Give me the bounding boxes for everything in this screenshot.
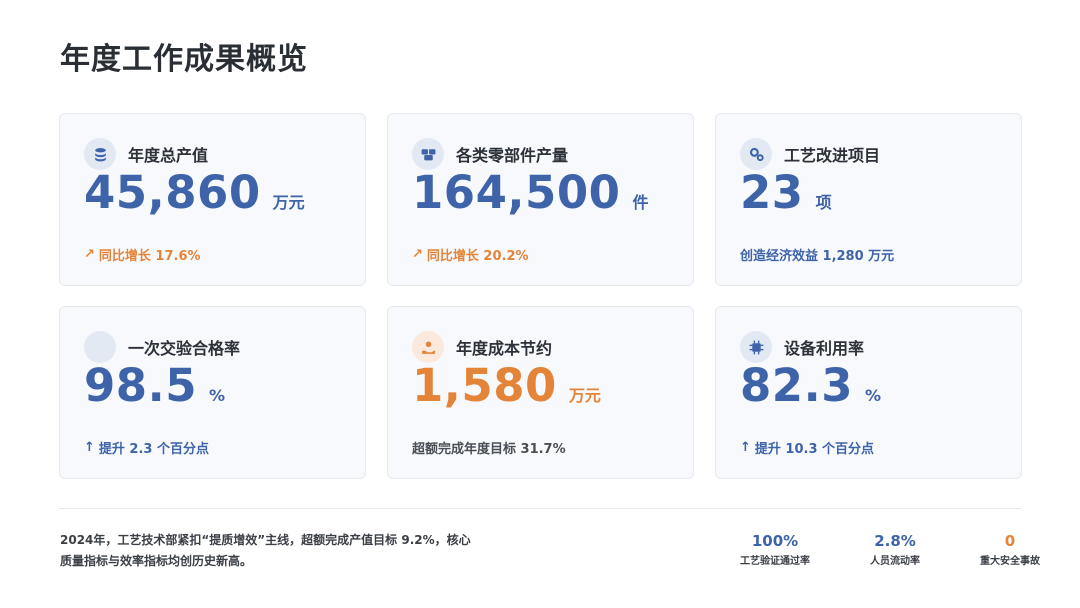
kpi-unit: 件 xyxy=(632,193,649,212)
kpi-footer-text: 创造经济效益 1,280 万元 xyxy=(740,249,895,264)
kpi-footer-text: 提升 2.3 个百分点 xyxy=(98,442,209,457)
kpi-unit: 万元 xyxy=(568,386,601,405)
card-label: 工艺改进项目 xyxy=(784,146,881,165)
kpi-card-annual-output: 年度总产值 45,860 万元 ↗ 同比增长 17.6% xyxy=(59,113,366,286)
kpi-value: 98.5 xyxy=(84,359,198,412)
value-row: 1,580 万元 xyxy=(412,361,601,411)
value-row: 23 项 xyxy=(740,168,832,218)
value-row: 98.5 % xyxy=(84,361,225,411)
stat-validation-pass-rate: 100% 工艺验证通过率 xyxy=(740,532,810,567)
divider xyxy=(59,508,1021,509)
kpi-value: 1,580 xyxy=(412,359,557,412)
stat-value: 0 xyxy=(1004,532,1016,550)
trend-up-icon: ↗ xyxy=(412,247,423,262)
kpi-footer: 创造经济效益 1,280 万元 xyxy=(740,245,894,264)
page-title: 年度工作成果概览 xyxy=(60,42,308,77)
kpi-footer: ↑ 提升 2.3 个百分点 xyxy=(84,438,209,457)
kpi-unit: 项 xyxy=(815,193,832,212)
kpi-value: 45,860 xyxy=(84,166,261,219)
kpi-footer-text: 同比增长 20.2% xyxy=(426,249,529,264)
kpi-unit: 万元 xyxy=(272,193,305,212)
kpi-value: 82.3 xyxy=(740,359,854,412)
summary-line: 2024年，工艺技术部紧扣“提质增效”主线，超额完成产值目标 9.2%，核心 xyxy=(60,533,471,547)
card-label: 设备利用率 xyxy=(784,339,865,358)
kpi-grid: 年度总产值 45,860 万元 ↗ 同比增长 17.6% 各类零部件产量 164… xyxy=(59,113,1022,479)
stats-row: 100% 工艺验证通过率 2.8% 人员流动率 0 重大安全事故 xyxy=(740,532,1040,567)
kpi-value: 164,500 xyxy=(412,166,621,219)
summary-text: 2024年，工艺技术部紧扣“提质增效”主线，超额完成产值目标 9.2%，核心 质… xyxy=(60,530,530,572)
kpi-footer: ↗ 同比增长 17.6% xyxy=(84,245,201,264)
kpi-value: 23 xyxy=(740,166,804,219)
stat-value: 2.8% xyxy=(874,532,916,550)
card-label: 一次交验合格率 xyxy=(128,339,241,358)
arrow-up-icon: ↑ xyxy=(84,440,95,455)
kpi-footer: 超额完成年度目标 31.7% xyxy=(412,438,566,457)
kpi-card-equipment-utilization: 设备利用率 82.3 % ↑ 提升 10.3 个百分点 xyxy=(715,306,1022,479)
arrow-up-icon: ↑ xyxy=(740,440,751,455)
value-row: 82.3 % xyxy=(740,361,881,411)
summary-line: 质量指标与效率指标均创历史新高。 xyxy=(60,554,253,568)
stat-turnover-rate: 2.8% 人员流动率 xyxy=(870,532,920,567)
kpi-unit: % xyxy=(209,386,226,405)
stat-value: 100% xyxy=(751,532,799,550)
card-label: 年度成本节约 xyxy=(456,339,553,358)
kpi-footer-text: 超额完成年度目标 31.7% xyxy=(412,442,566,457)
stat-label: 人员流动率 xyxy=(870,556,920,567)
value-row: 164,500 件 xyxy=(412,168,648,218)
kpi-unit: % xyxy=(865,386,882,405)
kpi-footer: ↑ 提升 10.3 个百分点 xyxy=(740,438,874,457)
stat-label: 工艺验证通过率 xyxy=(740,556,810,567)
kpi-card-pass-rate: 一次交验合格率 98.5 % ↑ 提升 2.3 个百分点 xyxy=(59,306,366,479)
kpi-footer-text: 同比增长 17.6% xyxy=(98,249,201,264)
kpi-card-parts-output: 各类零部件产量 164,500 件 ↗ 同比增长 20.2% xyxy=(387,113,694,286)
kpi-card-process-projects: 工艺改进项目 23 项 创造经济效益 1,280 万元 xyxy=(715,113,1022,286)
stat-label: 重大安全事故 xyxy=(980,556,1040,567)
kpi-footer-text: 提升 10.3 个百分点 xyxy=(754,442,875,457)
kpi-card-cost-saving: 年度成本节约 1,580 万元 超额完成年度目标 31.7% xyxy=(387,306,694,479)
value-row: 45,860 万元 xyxy=(84,168,305,218)
card-label: 年度总产值 xyxy=(128,146,209,165)
trend-up-icon: ↗ xyxy=(84,247,95,262)
kpi-footer: ↗ 同比增长 20.2% xyxy=(412,245,529,264)
stat-safety-incidents: 0 重大安全事故 xyxy=(980,532,1040,567)
card-label: 各类零部件产量 xyxy=(456,146,569,165)
